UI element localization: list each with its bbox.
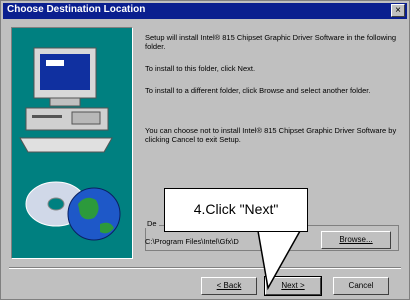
setup-illustration [11,27,133,259]
window-title: Choose Destination Location [7,4,146,15]
browse-button[interactable]: Browse... [321,231,391,249]
computer-cd-globe-art [19,47,121,241]
close-button[interactable]: × [391,4,405,17]
instruction-callout: 4.Click "Next" [164,188,308,232]
next-button[interactable]: Next > [264,276,322,296]
destination-path: C:\Program Files\Intel\Gfx\D [145,237,239,246]
title-bar: Choose Destination Location × [3,3,407,19]
destination-group-label: De [145,219,159,228]
back-button[interactable]: < Back [201,277,257,295]
install-elsewhere-text: To install to a different folder, click … [145,86,371,95]
globe-icon [67,187,121,241]
close-icon: × [395,5,401,16]
setup-dialog: Choose Destination Location × Setup will… [0,0,410,300]
computer-icon [19,47,113,153]
button-separator [9,267,401,269]
cancel-button[interactable]: Cancel [333,277,389,295]
install-here-text: To install to this folder, click Next. [145,64,256,73]
cancel-info-text: You can choose not to install Intel® 815… [145,126,397,144]
intro-text: Setup will install Intel® 815 Chipset Gr… [145,33,397,51]
